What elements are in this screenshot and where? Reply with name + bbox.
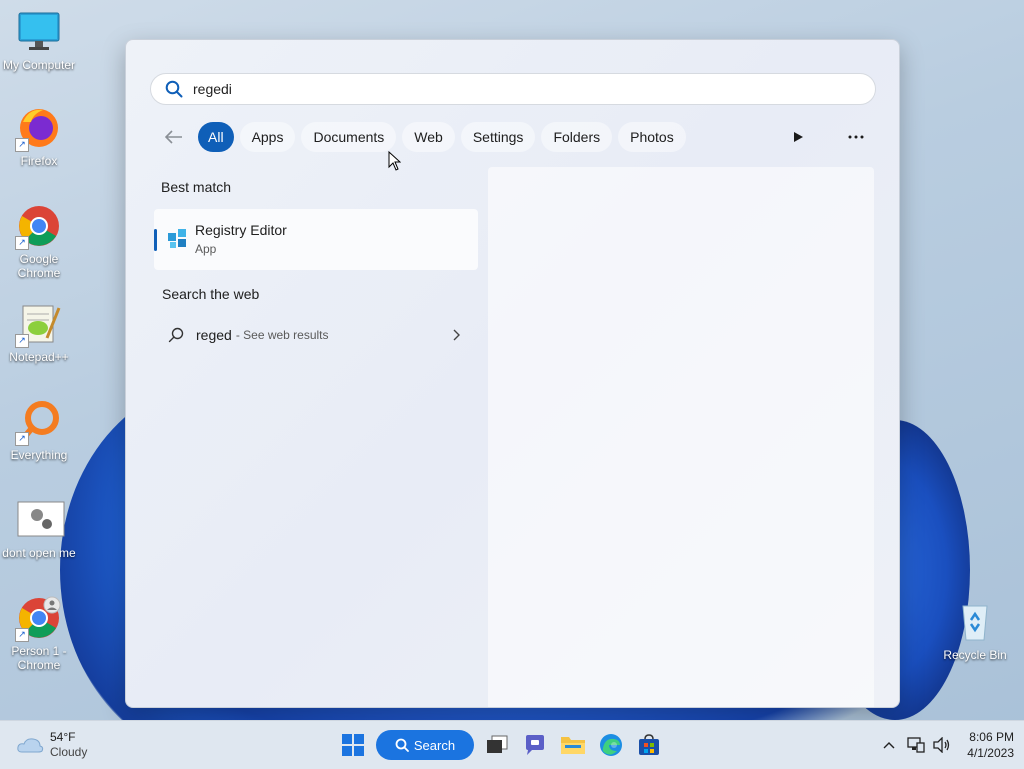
file-explorer-button[interactable] xyxy=(554,728,592,762)
clock[interactable]: 8:06 PM 4/1/2023 xyxy=(967,729,1014,761)
search-icon xyxy=(168,327,184,343)
start-search-panel: All Apps Documents Web Settings Folders … xyxy=(125,39,900,708)
everything-search-icon: ↗ xyxy=(15,400,61,446)
filter-folders[interactable]: Folders xyxy=(541,122,613,152)
chrome-icon: ↗ xyxy=(15,204,61,250)
desktop-icon-everything[interactable]: ↗ Everything xyxy=(0,400,78,462)
desktop-icon-recycle-bin[interactable]: Recycle Bin xyxy=(936,600,1014,662)
filter-web[interactable]: Web xyxy=(402,122,455,152)
desktop-icon-firefox[interactable]: ↗ Firefox xyxy=(0,106,78,168)
chevron-right-icon xyxy=(453,329,460,341)
desktop-icon-label: Everything xyxy=(10,448,68,462)
search-icon xyxy=(395,738,409,752)
more-options-button[interactable] xyxy=(848,121,864,153)
volume-button[interactable] xyxy=(929,728,955,762)
result-subtitle: App xyxy=(195,242,217,256)
taskbar-search-button[interactable]: Search xyxy=(376,730,474,760)
desktop-icon-label: Person 1 - Chrome xyxy=(11,644,67,672)
desktop-icon-label: Firefox xyxy=(20,154,58,168)
shortcut-arrow-icon: ↗ xyxy=(15,432,29,446)
start-button[interactable] xyxy=(334,728,372,762)
desktop-icon-dont-open-me[interactable]: dont open me xyxy=(0,498,78,560)
notepadpp-icon: ↗ xyxy=(15,302,61,348)
desktop-icon-label: Google Chrome xyxy=(17,252,61,280)
desktop-icon-notepadpp[interactable]: ↗ Notepad++ xyxy=(0,302,78,364)
weather-temp: 54°F xyxy=(50,730,76,744)
clock-time: 8:06 PM xyxy=(969,730,1014,744)
best-match-result[interactable]: Registry Editor App xyxy=(154,209,478,270)
back-button[interactable] xyxy=(160,123,188,151)
search-web-heading: Search the web xyxy=(162,286,260,302)
filter-documents[interactable]: Documents xyxy=(301,122,397,152)
firefox-icon: ↗ xyxy=(15,106,61,152)
chrome-profile-icon: ↗ xyxy=(15,596,61,642)
teams-chat-button[interactable] xyxy=(516,728,554,762)
network-button[interactable] xyxy=(903,728,929,762)
task-view-icon xyxy=(487,735,508,753)
registry-editor-icon xyxy=(168,229,186,248)
result-title: Registry Editor xyxy=(195,222,287,238)
shortcut-arrow-icon: ↗ xyxy=(15,138,29,152)
desktop-icon-person-1-chrome[interactable]: ↗ Person 1 - Chrome xyxy=(0,596,78,672)
desktop-icon-label: Notepad++ xyxy=(9,350,69,364)
shortcut-arrow-icon: ↗ xyxy=(15,628,29,642)
edge-browser-icon xyxy=(600,734,622,756)
computer-icon xyxy=(17,10,61,54)
weather-widget[interactable]: 54°F Cloudy xyxy=(16,730,87,760)
system-tray: 8:06 PM 4/1/2023 xyxy=(875,727,1014,763)
desktop-icon-label: Recycle Bin xyxy=(943,648,1007,662)
settings-file-icon xyxy=(17,498,65,542)
search-input[interactable] xyxy=(193,81,793,97)
web-results-hint: - See web results xyxy=(235,328,329,342)
weather-condition: Cloudy xyxy=(50,745,88,759)
search-icon xyxy=(165,80,183,98)
filter-apps[interactable]: Apps xyxy=(239,122,296,152)
ellipsis-icon xyxy=(848,135,864,139)
task-view-button[interactable] xyxy=(478,728,516,762)
web-query: reged xyxy=(196,327,232,343)
mouse-cursor-icon xyxy=(388,151,401,171)
more-filters-button[interactable] xyxy=(792,121,804,153)
filter-photos[interactable]: Photos xyxy=(618,122,686,152)
recycle-bin-icon xyxy=(953,600,997,644)
taskbar-apps: Search xyxy=(334,728,668,762)
web-search-result[interactable]: reged - See web results xyxy=(154,318,478,352)
play-icon xyxy=(794,132,803,142)
windows-logo-icon xyxy=(342,734,364,756)
search-box[interactable] xyxy=(150,73,876,105)
back-arrow-icon xyxy=(165,130,182,144)
filter-all[interactable]: All xyxy=(198,122,234,152)
store-icon xyxy=(639,734,659,755)
taskbar-search-label: Search xyxy=(413,737,456,753)
network-icon xyxy=(907,737,925,753)
cloud-icon xyxy=(17,738,44,753)
filter-bar: All Apps Documents Web Settings Folders … xyxy=(160,121,686,153)
desktop-icon-label: My Computer xyxy=(2,58,76,72)
filter-settings[interactable]: Settings xyxy=(460,122,536,152)
result-preview-pane xyxy=(488,167,874,707)
speaker-icon xyxy=(933,737,950,753)
store-button[interactable] xyxy=(630,728,668,762)
chevron-up-icon xyxy=(883,742,895,749)
folder-icon xyxy=(561,737,585,754)
best-match-heading: Best match xyxy=(161,179,232,195)
taskbar: 54°F Cloudy Search 8:06 PM 4/1/2023 xyxy=(0,720,1024,769)
shortcut-arrow-icon: ↗ xyxy=(15,236,29,250)
desktop-icon-google-chrome[interactable]: ↗ Google Chrome xyxy=(0,204,78,280)
edge-button[interactable] xyxy=(592,728,630,762)
desktop-icon-my-computer[interactable]: My Computer xyxy=(0,10,78,72)
show-hidden-icons-button[interactable] xyxy=(875,728,903,762)
clock-date: 4/1/2023 xyxy=(967,746,1014,760)
chat-icon xyxy=(526,735,544,755)
desktop-icon-label: dont open me xyxy=(2,546,76,560)
shortcut-arrow-icon: ↗ xyxy=(15,334,29,348)
selection-indicator xyxy=(154,229,157,251)
